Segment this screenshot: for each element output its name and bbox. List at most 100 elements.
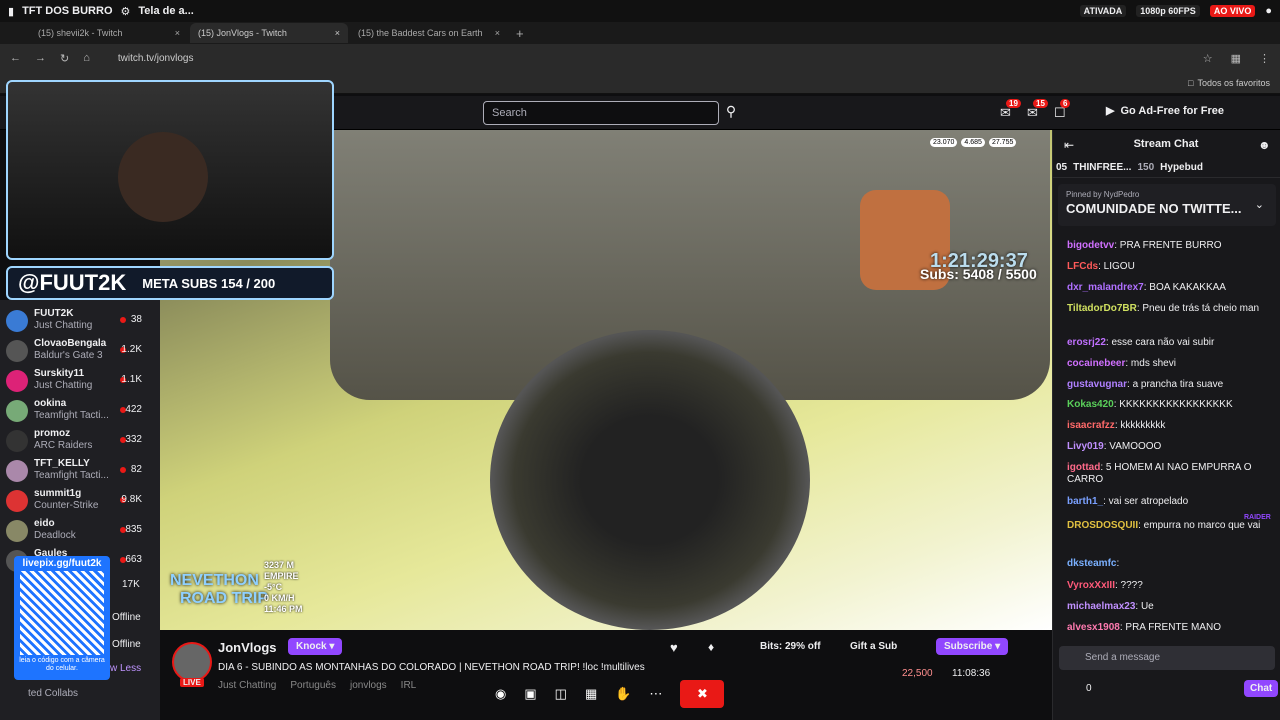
favorites-label[interactable]: Todos os favoritos — [1197, 78, 1270, 88]
collapse-chat-icon[interactable]: ⇤ — [1064, 138, 1074, 152]
chat-username[interactable]: DROSDOSQUII — [1067, 520, 1138, 531]
search-icon[interactable]: ⚲ — [721, 103, 741, 123]
home-icon[interactable]: ⌂ — [83, 52, 90, 64]
subscribe-button[interactable]: Subscribe ▾ — [936, 638, 1009, 655]
bits-button[interactable]: Bits: 29% off — [760, 641, 821, 652]
channel-category: Teamfight Tacti... — [34, 410, 109, 421]
chat-username[interactable]: dksteamfc — [1067, 558, 1116, 569]
whisper-icon[interactable]: ✉ 15 — [1027, 99, 1048, 121]
brand: NEVETHON — [170, 572, 259, 589]
chat-username[interactable]: barth1_ — [1067, 496, 1103, 507]
sidebar-item[interactable]: FUUT2K Just Chatting 38 — [6, 306, 156, 336]
tab-label: (15) the Baddest Cars on Earth — [358, 28, 483, 38]
sidebar-item[interactable]: promoz ARC Raiders 332 — [6, 426, 156, 456]
chat-username[interactable]: isaacrafzz — [1067, 420, 1115, 431]
chat-username[interactable]: LFCds — [1067, 261, 1098, 272]
chat-username[interactable]: gustavugnar — [1067, 379, 1127, 390]
back-icon[interactable]: ← — [10, 52, 21, 64]
tele-time: 11:46 PM — [264, 604, 303, 614]
heart-icon[interactable]: ♥ — [670, 640, 678, 655]
menu-icon[interactable]: ⋮ — [1259, 52, 1270, 65]
mic-icon[interactable]: ◉ — [495, 686, 506, 702]
camera-off-icon[interactable]: ▣ — [524, 686, 536, 702]
sidebar-item[interactable]: ClovaoBengala Baldur's Gate 3 1.2K — [6, 336, 156, 366]
channel-points[interactable]: 0 — [1086, 683, 1092, 694]
search-input[interactable]: Search — [483, 101, 719, 125]
category-link[interactable]: Just Chatting — [218, 680, 276, 691]
settings-icon[interactable]: ⚙ — [121, 5, 131, 18]
chat-message: dksteamfc: — [1067, 558, 1275, 570]
tag[interactable]: IRL — [401, 680, 417, 691]
users-icon[interactable]: ☻ — [1258, 138, 1271, 152]
chat-username[interactable]: erosrj22 — [1067, 337, 1106, 348]
chat-text: : PRA FRENTE MANO — [1119, 622, 1221, 633]
ad-free-button[interactable]: ▶ Go Ad-Free for Free — [1106, 104, 1224, 118]
chat-username[interactable]: igottad — [1067, 462, 1100, 473]
chat-message: gustavugnar: a prancha tira suave — [1067, 379, 1275, 391]
chat-message: TiltadorDo7BR: Pneu de trás tá cheio man — [1067, 303, 1275, 315]
more-icon[interactable]: ⋯ — [649, 686, 662, 702]
close-icon[interactable]: × — [495, 28, 500, 38]
sidebar-item[interactable]: eido Deadlock 835 — [6, 516, 156, 546]
new-tab-icon[interactable]: + — [510, 26, 524, 41]
chat-username[interactable]: Kokas420 — [1067, 399, 1114, 410]
show-less-link[interactable]: w Less — [110, 663, 141, 674]
tab-cars[interactable]: (15) the Baddest Cars on Earth × — [350, 23, 508, 43]
end-call-button[interactable]: ✖ — [680, 680, 725, 708]
chat-text: : esse cara não vai subir — [1105, 337, 1215, 348]
sidebar-item[interactable]: summit1g Counter-Strike 9.8K — [6, 486, 156, 516]
chat-username[interactable]: TiltadorDo7BR — [1067, 303, 1137, 314]
notifications-icon[interactable]: ☐ 6 — [1054, 99, 1071, 121]
inbox-icon[interactable]: ✉ 19 — [1000, 99, 1021, 121]
grid-icon[interactable]: ▦ — [585, 686, 597, 702]
tag[interactable]: Português — [290, 680, 336, 691]
offline-label: Offline — [112, 639, 141, 650]
viewer-count: 422 — [125, 404, 142, 415]
reload-icon[interactable]: ↻ — [60, 52, 69, 65]
chat-message: LFCds: LIGOU — [1067, 261, 1275, 273]
chevron-down-icon[interactable]: ⌄ — [1255, 198, 1264, 211]
chat-text: : a prancha tira suave — [1127, 379, 1224, 390]
tab-shevii[interactable]: (15) shevii2k - Twitch × — [30, 23, 188, 43]
forward-icon[interactable]: → — [35, 52, 46, 64]
channel-name: summit1g — [34, 488, 82, 499]
pinned-message[interactable]: Pinned by NydPedro COMUNIDADE NO TWITTE.… — [1058, 184, 1276, 226]
channel-avatar[interactable] — [172, 642, 212, 682]
notif-badge: 19 — [1006, 99, 1021, 108]
star-icon[interactable]: ☆ — [1203, 52, 1213, 65]
extensions-icon[interactable]: ▦ — [1231, 52, 1241, 65]
share-screen-icon[interactable]: ◫ — [555, 686, 567, 702]
chat-bubble-icon[interactable]: ● — [1265, 5, 1272, 17]
sidebar-item[interactable]: ookina Teamfight Tacti... 422 — [6, 396, 156, 426]
chat-text: : BOA KAKAKKAA — [1143, 282, 1226, 293]
bell-icon[interactable]: ♦ — [708, 640, 714, 654]
chat-username[interactable]: Livy019 — [1067, 441, 1104, 452]
folder-icon: □ — [1188, 77, 1194, 88]
chat-send-button[interactable]: Chat — [1244, 680, 1279, 697]
meta-count: 154 / 200 — [220, 275, 276, 291]
gift-sub-button[interactable]: Gift a Sub — [850, 641, 897, 652]
url-field[interactable]: twitch.tv/jonvlogs — [118, 53, 194, 64]
chat-header: Stream Chat — [1133, 138, 1199, 150]
hand-icon[interactable]: ✋ — [615, 686, 631, 702]
chat-username[interactable]: dxr_malandrex7 — [1067, 282, 1144, 293]
screen-share-controls: ◉ ▣ ◫ ▦ ✋ ⋯ ✖ — [495, 680, 775, 708]
chat-username[interactable]: VyroxXxIII — [1067, 580, 1115, 591]
streamer-face — [118, 132, 208, 222]
channel-name: ClovaoBengala — [34, 338, 107, 349]
chat-input[interactable]: Send a message — [1059, 646, 1275, 670]
chat-username[interactable]: cocainebeer — [1067, 358, 1125, 369]
chat-username[interactable]: alvesx1908 — [1067, 622, 1120, 633]
tele-temp: -5°C — [264, 582, 283, 592]
close-icon[interactable]: × — [335, 28, 340, 38]
knock-button[interactable]: Knock ▾ — [288, 638, 343, 655]
chat-username[interactable]: bigodetvv — [1067, 240, 1114, 251]
qr-caption: leia o código com a câmera do celular. — [19, 657, 105, 672]
close-icon[interactable]: × — [175, 28, 180, 38]
tab-jonvlogs[interactable]: (15) JonVlogs - Twitch × — [190, 23, 348, 43]
sidebar-item[interactable]: TFT_KELLY Teamfight Tacti... 82 — [6, 456, 156, 486]
tag[interactable]: jonvlogs — [350, 680, 387, 691]
chat-username[interactable]: michaelmax23 — [1067, 601, 1135, 612]
sidebar-item[interactable]: Surskity11 Just Chatting 1.1K — [6, 366, 156, 396]
channel-name[interactable]: JonVlogs — [218, 640, 277, 655]
